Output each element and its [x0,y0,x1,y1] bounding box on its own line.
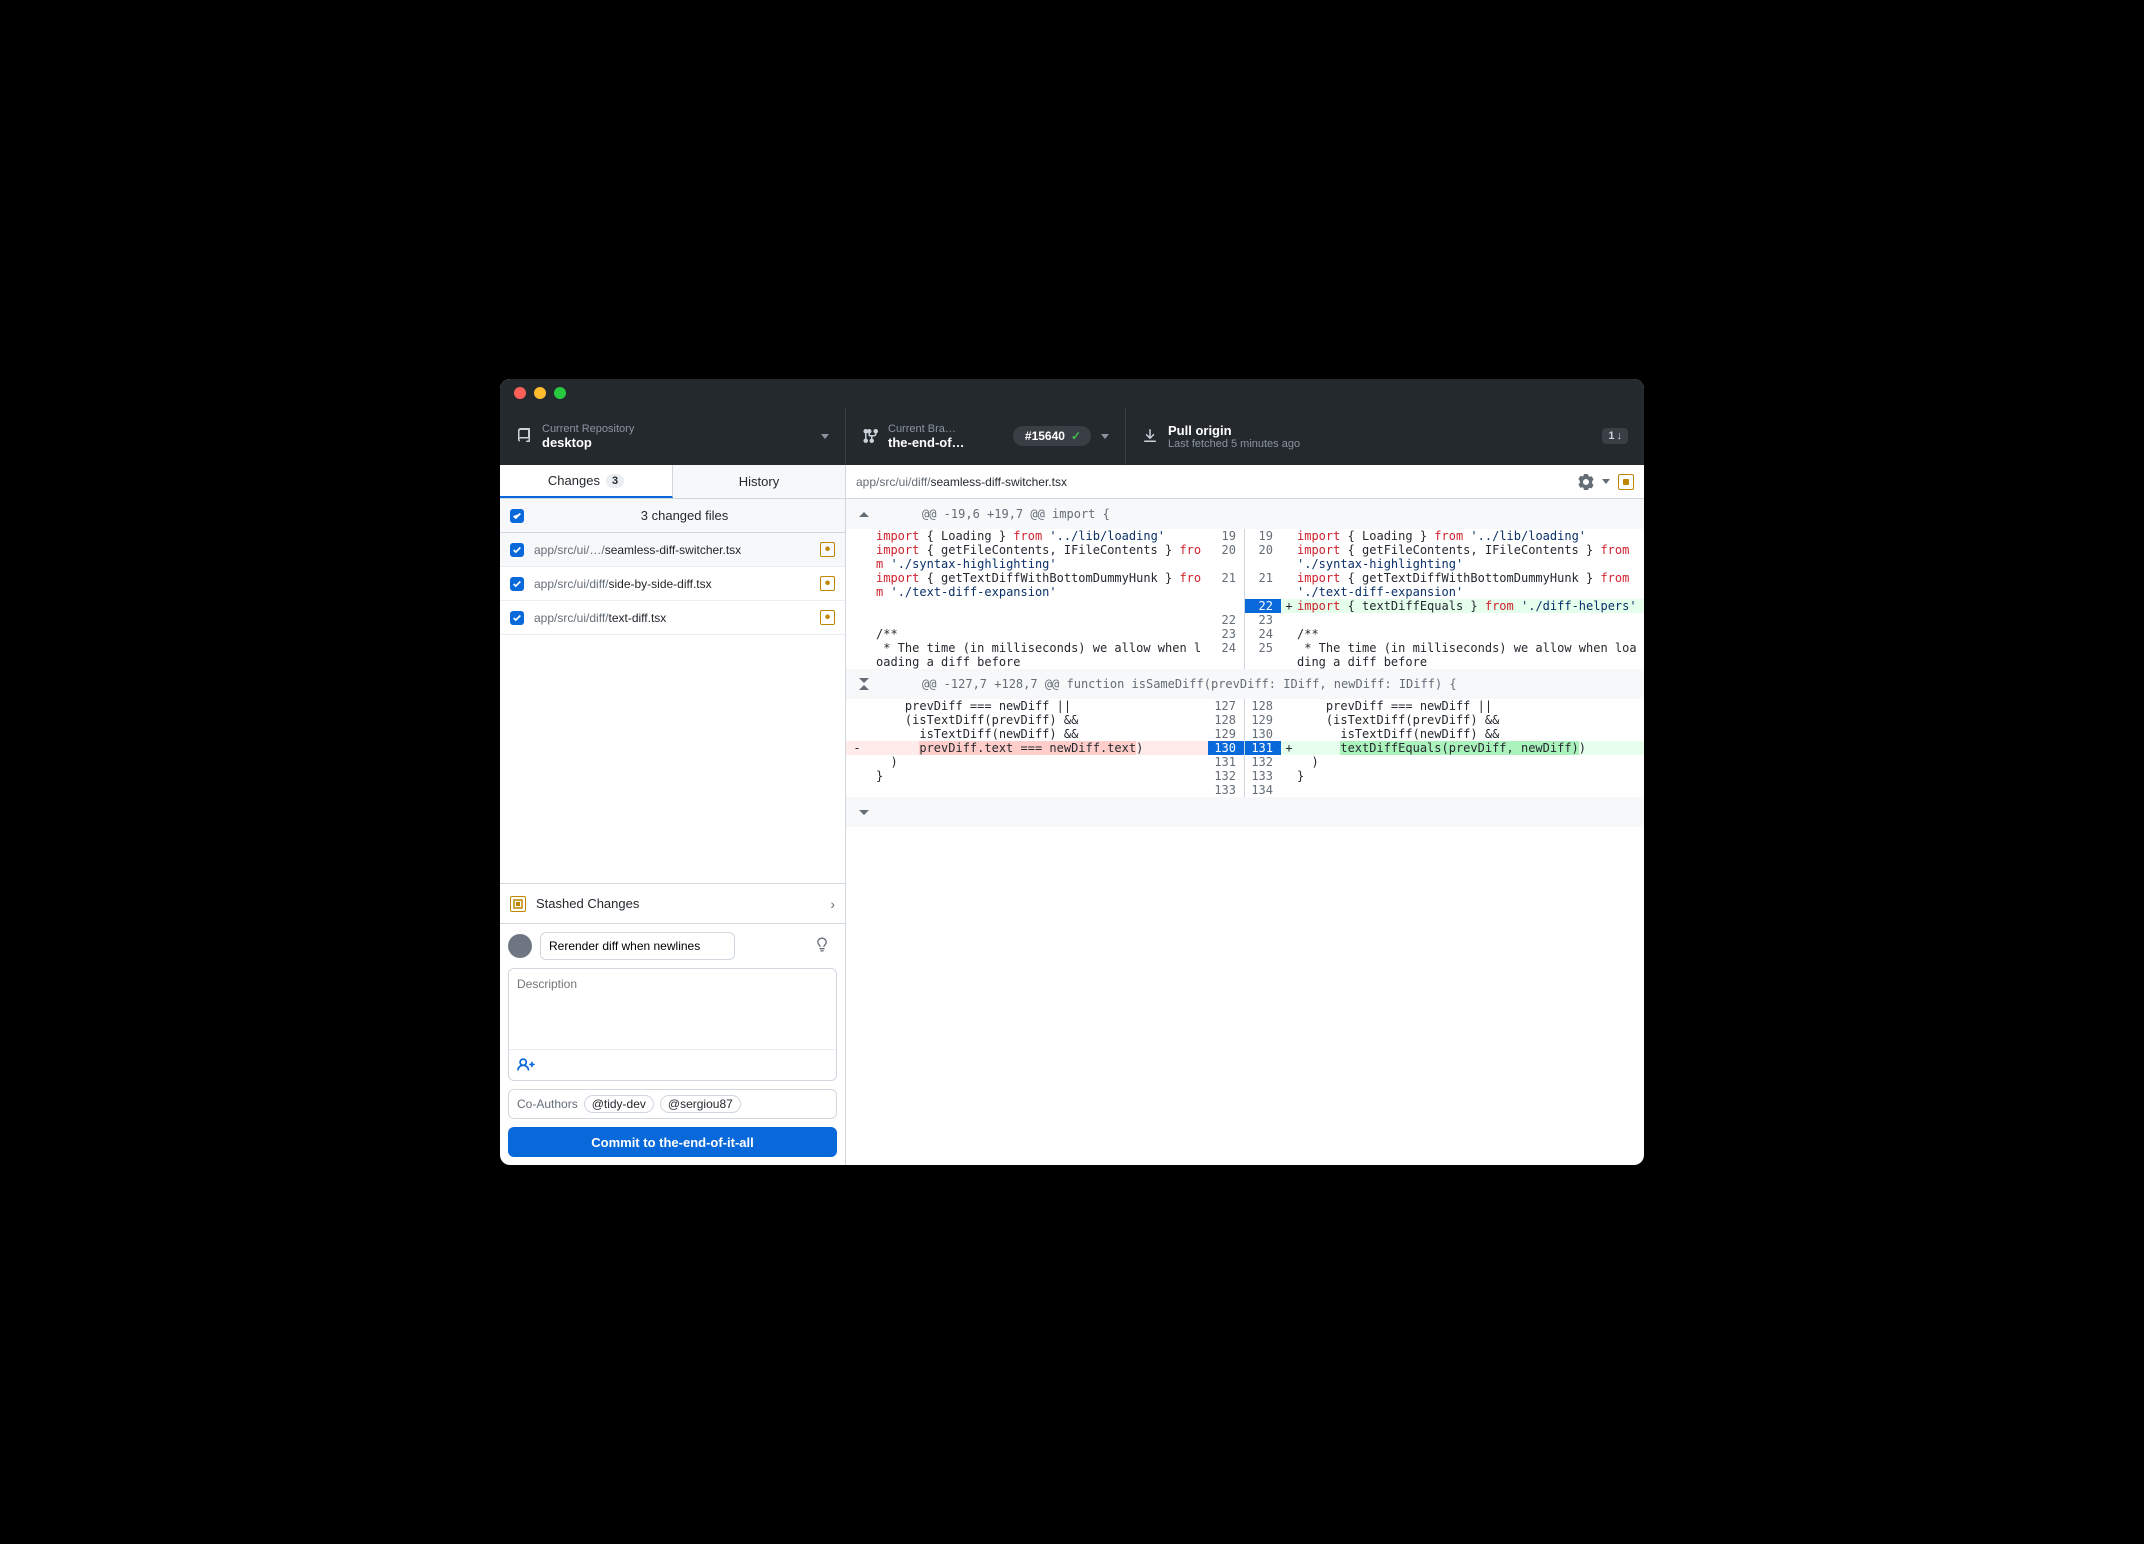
main-toolbar: Current Repository desktop Current Bra… … [500,407,1644,465]
modified-icon: • [820,610,835,625]
expand-hunk-button[interactable] [846,499,882,529]
diff-line[interactable]: import { getTextDiffWithBottomDummyHunk … [846,571,1644,599]
pull-title: Pull origin [1168,423,1592,438]
hunk-header: @@ -19,6 +19,7 @@ import { [846,499,1644,529]
file-path: app/src/ui/…/seamless-diff-switcher.tsx [534,543,810,557]
pr-badge[interactable]: #15640 ✓ [1013,426,1091,446]
tab-history[interactable]: History [673,465,845,498]
repository-dropdown[interactable]: Current Repository desktop [500,407,846,465]
select-all-checkbox[interactable] [510,509,524,523]
file-path: app/src/ui/diff/text-diff.tsx [534,611,810,625]
file-checkbox[interactable] [510,577,524,591]
file-row[interactable]: app/src/ui/diff/text-diff.tsx • [500,601,845,635]
diff-line[interactable]: 22 + import { textDiffEquals } from './d… [846,599,1644,613]
coauthor-tag[interactable]: @sergiou87 [660,1095,741,1113]
diff-line[interactable]: - prevDiff.text === newDiff.text) 130 13… [846,741,1644,755]
branch-name: the-end-of… [888,435,1003,450]
dropdown-caret-icon [821,434,829,439]
file-row[interactable]: app/src/ui/…/seamless-diff-switcher.tsx … [500,533,845,567]
diff-body[interactable]: @@ -19,6 +19,7 @@ import { import { Load… [846,499,1644,1165]
diff-line[interactable]: (isTextDiff(prevDiff) && 128 129 (isText… [846,713,1644,727]
diff-line[interactable]: } 132 133 } [846,769,1644,783]
pull-button[interactable]: Pull origin Last fetched 5 minutes ago 1… [1126,407,1644,465]
file-path: app/src/ui/diff/side-by-side-diff.tsx [534,577,810,591]
whitespace-toggle[interactable] [1618,474,1634,490]
stash-icon [510,896,526,912]
stashed-label: Stashed Changes [536,896,820,911]
branch-label: Current Bra… [888,423,1003,435]
files-summary: 3 changed files [534,508,835,523]
diff-header: app/src/ui/diff/seamless-diff-switcher.t… [846,465,1644,499]
diff-line[interactable]: /** 23 24 /** [846,627,1644,641]
changes-sidebar: Changes 3 History 3 changed files app/sr… [500,465,846,1165]
diff-file-path: app/src/ui/diff/seamless-diff-switcher.t… [856,475,1570,489]
check-icon: ✓ [1071,429,1081,443]
changes-count-badge: 3 [606,474,624,488]
stashed-changes-button[interactable]: Stashed Changes › [500,883,845,923]
diff-line[interactable]: import { getFileContents, IFileContents … [846,543,1644,571]
expand-hunk-down[interactable] [846,797,1644,827]
pr-icon [862,428,878,444]
files-header: 3 changed files [500,499,845,533]
commit-summary-input[interactable] [540,932,735,960]
file-checkbox[interactable] [510,611,524,625]
add-coauthor-icon[interactable] [517,1056,535,1074]
diff-line[interactable]: isTextDiff(newDiff) && 129 130 isTextDif… [846,727,1644,741]
tab-changes[interactable]: Changes 3 [500,465,673,498]
chevron-right-icon: › [830,896,835,912]
repo-icon [516,428,532,444]
diff-line[interactable]: import { Loading } from '../lib/loading'… [846,529,1644,543]
commit-description-input[interactable] [509,969,836,1049]
lightbulb-icon[interactable] [815,938,829,955]
commit-button[interactable]: Commit to the-end-of-it-all [508,1127,837,1157]
repo-name: desktop [542,435,811,450]
dropdown-caret-icon [1101,434,1109,439]
close-window-button[interactable] [514,387,526,399]
file-row[interactable]: app/src/ui/diff/side-by-side-diff.tsx • [500,567,845,601]
file-list: app/src/ui/…/seamless-diff-switcher.tsx … [500,533,845,883]
coauthor-label: Co-Authors [517,1097,578,1111]
diff-line[interactable]: 133 134 [846,783,1644,797]
commit-form: Co-Authors @tidy-dev @sergiou87 Commit t… [500,923,845,1165]
branch-dropdown[interactable]: Current Bra… the-end-of… #15640 ✓ [846,407,1126,465]
repo-label: Current Repository [542,423,811,435]
expand-hunk-button[interactable] [846,669,882,699]
window-titlebar [500,379,1644,407]
download-icon [1142,428,1158,444]
pull-subtitle: Last fetched 5 minutes ago [1168,438,1592,450]
avatar [508,934,532,958]
pull-count-badge: 1↓ [1602,428,1628,444]
diff-line[interactable]: prevDiff === newDiff || 127 128 prevDiff… [846,699,1644,713]
sidebar-tabs: Changes 3 History [500,465,845,499]
maximize-window-button[interactable] [554,387,566,399]
modified-icon: • [820,576,835,591]
diff-settings-icon[interactable] [1578,474,1594,490]
hunk-header: @@ -127,7 +128,7 @@ function isSameDiff(… [846,669,1644,699]
diff-line[interactable]: 22 23 [846,613,1644,627]
diff-line[interactable]: ) 131 132 ) [846,755,1644,769]
coauthors-input[interactable]: Co-Authors @tidy-dev @sergiou87 [508,1089,837,1119]
modified-icon: • [820,542,835,557]
minimize-window-button[interactable] [534,387,546,399]
diff-line[interactable]: * The time (in milliseconds) we allow wh… [846,641,1644,669]
coauthor-tag[interactable]: @tidy-dev [584,1095,654,1113]
diff-viewer: app/src/ui/diff/seamless-diff-switcher.t… [846,465,1644,1165]
dropdown-caret-icon [1602,479,1610,484]
pr-number: #15640 [1025,429,1065,443]
app-window: Current Repository desktop Current Bra… … [500,379,1644,1165]
file-checkbox[interactable] [510,543,524,557]
